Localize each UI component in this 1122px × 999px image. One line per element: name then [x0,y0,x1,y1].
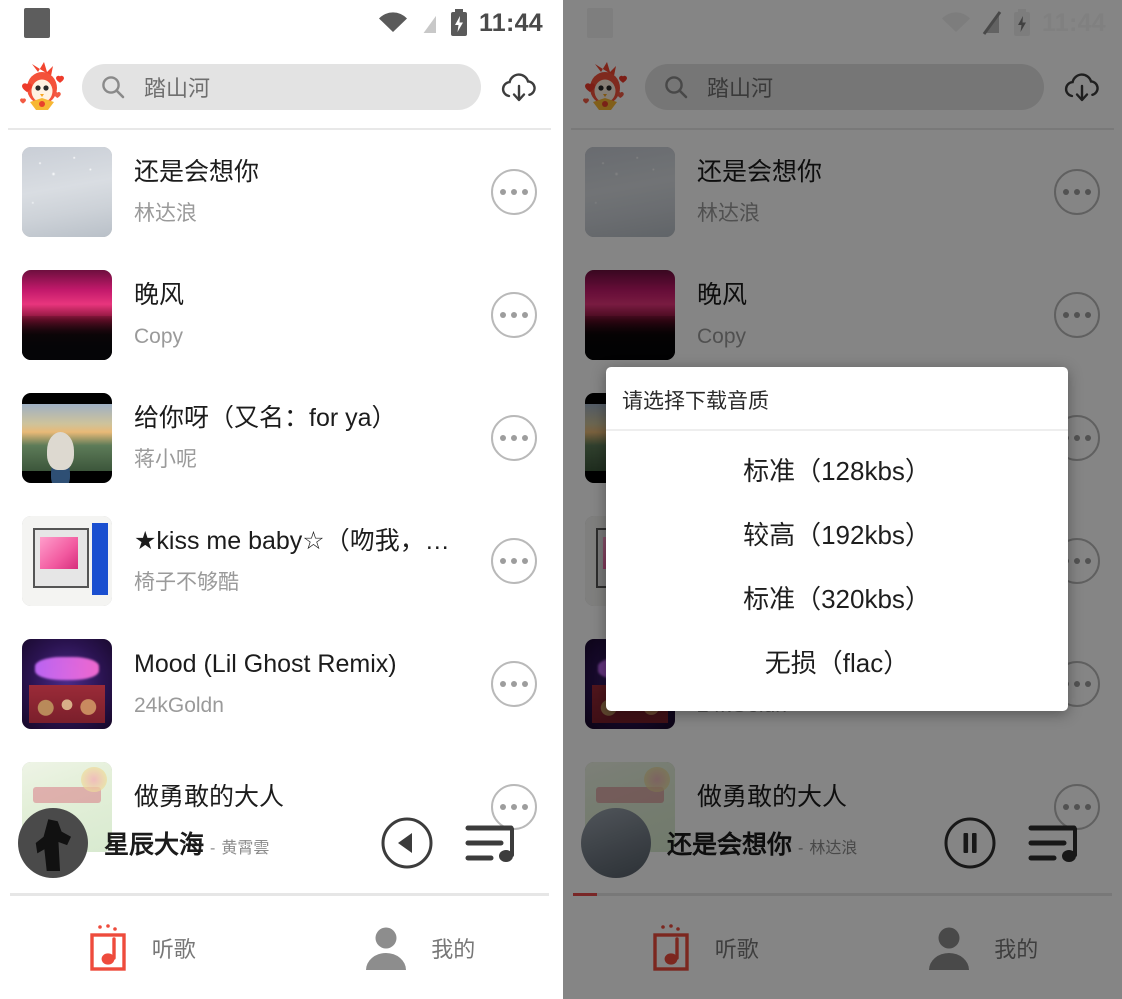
now-playing-title: 还是会想你 [667,831,793,859]
song-title: ★kiss me baby☆（吻我，… [134,527,450,555]
dialog-option-flac[interactable]: 无损（flac） [606,629,1068,693]
song-title: 给你呀（又名：for ya） [134,404,397,432]
battery-charging-icon [450,9,468,37]
song-artist: 林达浪 [134,202,197,226]
album-art [22,638,112,729]
bottom-nav-left: 听歌 我的 [0,896,559,999]
album-art [22,269,112,360]
nav-label-listen: 听歌 [151,936,196,962]
now-playing-artist-sep: - [210,840,216,857]
cloud-download-icon[interactable] [1056,68,1108,106]
phone-panel-left: 11:44 踏山河 还是会想你 林达浪 晚风 Copy 给你呀（又名：for y… [0,0,559,999]
pause-circle-icon[interactable] [942,815,998,871]
phone-panel-right: 11:44 踏山河 还是会想你 林达浪 晚风 Copy 做勇敢的大人 还是会想你… [563,0,1122,999]
status-bar-clock: 11:44 [1041,8,1106,37]
nav-label-mine: 我的 [994,936,1039,962]
app-header-right: 踏山河 [563,46,1122,128]
dialog-option-list: 标准（128kbs） 较高（192kbs） 标准（320kbs） 无损（flac… [606,431,1068,711]
song-artist: 蒋小呢 [134,448,197,472]
status-bar-left: 11:44 [0,0,559,46]
nav-item-listen[interactable]: 听歌 [0,923,280,973]
mini-player-left: 星辰大海 - 黄霄雲 [0,797,559,889]
nav-item-listen[interactable]: 听歌 [563,923,843,973]
cloud-download-icon[interactable] [493,68,545,106]
nav-label-mine: 我的 [431,936,476,962]
play-circle-icon[interactable] [379,815,435,871]
song-title: 晚风 [134,281,185,309]
no-signal-icon [419,10,439,36]
song-artist: Copy [697,325,747,349]
more-options-icon[interactable] [491,660,537,707]
dialog-title: 请选择下载音质 [622,390,769,413]
status-bar-right: 11:44 [563,0,1122,46]
table-row[interactable]: 还是会想你 林达浪 [563,130,1122,253]
now-playing-artist-sep: - [798,840,804,857]
song-title: 还是会想你 [697,158,823,186]
now-playing-title: 星辰大海 [104,831,205,859]
nav-item-mine[interactable]: 我的 [843,924,1122,972]
table-row[interactable]: 给你呀（又名：for ya） 蒋小呢 [0,376,559,499]
dual-phone-screenshot: 11:44 踏山河 还是会想你 林达浪 晚风 Copy 给你呀（又名：for y… [0,0,1122,999]
no-signal-icon [982,10,1002,36]
bottom-nav-right: 听歌 我的 [563,896,1122,999]
wifi-icon [378,11,408,35]
download-quality-dialog: 请选择下载音质 标准（128kbs） 较高（192kbs） 标准（320kbs）… [606,367,1068,711]
mini-player-right: 还是会想你 - 林达浪 [563,797,1122,889]
song-artist: 椅子不够酷 [134,571,239,595]
album-art [585,269,675,360]
song-artist: 林达浪 [697,202,760,226]
more-options-icon[interactable] [491,291,537,338]
app-header-left: 踏山河 [0,46,559,128]
search-input[interactable]: 踏山河 [82,64,481,110]
table-row[interactable]: 晚风 Copy [563,253,1122,376]
nav-item-mine[interactable]: 我的 [280,924,560,972]
music-note-card-icon [84,923,130,973]
search-input[interactable]: 踏山河 [645,64,1044,110]
dialog-option-320[interactable]: 标准（320kbs） [606,565,1068,629]
music-note-card-icon [647,923,693,973]
album-art [22,392,112,483]
search-input-value: 踏山河 [707,76,774,101]
now-playing-art[interactable] [581,808,651,878]
song-title: 晚风 [697,281,748,309]
dialog-option-128[interactable]: 标准（128kbs） [606,437,1068,501]
nav-label-listen: 听歌 [714,936,759,962]
search-icon [663,74,689,100]
now-playing-art[interactable] [18,808,88,878]
more-options-icon[interactable] [491,168,537,215]
table-row[interactable]: 还是会想你 林达浪 [0,130,559,253]
dialog-option-192[interactable]: 较高（192kbs） [606,501,1068,565]
more-options-icon[interactable] [1054,291,1100,338]
app-mascot-logo[interactable] [577,58,633,116]
user-profile-icon [926,924,972,972]
wifi-icon [941,11,971,35]
now-playing-artist: 黄霄雲 [221,840,270,857]
album-art [22,146,112,237]
app-block-icon [587,8,613,38]
song-title: Mood (Lil Ghost Remix) [134,650,397,678]
playlist-music-icon[interactable] [1028,817,1086,869]
now-playing-artist: 林达浪 [809,840,858,857]
battery-charging-icon [1013,9,1031,37]
album-art [585,146,675,237]
song-list-left: 还是会想你 林达浪 晚风 Copy 给你呀（又名：for ya） 蒋小呢 ★ki… [0,130,559,868]
user-profile-icon [363,924,409,972]
more-options-icon[interactable] [1054,168,1100,215]
table-row[interactable]: 晚风 Copy [0,253,559,376]
more-options-icon[interactable] [491,414,537,461]
more-options-icon[interactable] [491,537,537,584]
album-art [22,515,112,606]
song-artist: 24kGoldn [134,694,224,718]
search-icon [100,74,126,100]
table-row[interactable]: ★kiss me baby☆（吻我，… 椅子不够酷 [0,499,559,622]
table-row[interactable]: Mood (Lil Ghost Remix) 24kGoldn [0,622,559,745]
playlist-music-icon[interactable] [465,817,523,869]
app-block-icon [24,8,50,38]
app-mascot-logo[interactable] [14,58,70,116]
song-title: 还是会想你 [134,158,260,186]
song-artist: Copy [134,325,184,349]
search-input-value: 踏山河 [144,76,211,101]
status-bar-clock: 11:44 [478,8,543,37]
